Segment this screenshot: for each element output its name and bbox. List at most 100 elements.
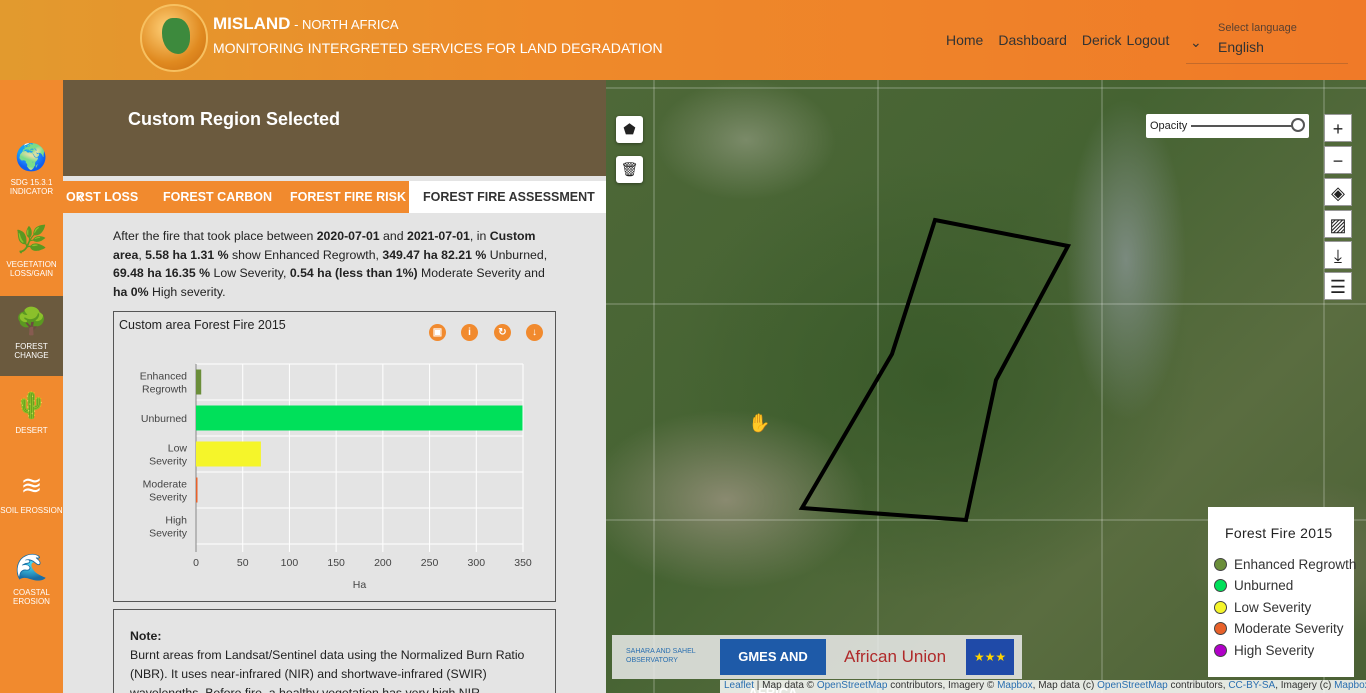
legend-swatch (1214, 622, 1227, 635)
mapbox-link[interactable]: Mapbox (1334, 680, 1366, 691)
x-tick-label: 0 (193, 557, 199, 569)
legend-swatch (1214, 579, 1227, 592)
top-nav: Home Dashboard Derick Logout (946, 32, 1169, 48)
legend-item: Moderate Severity (1214, 621, 1344, 636)
chart-title: Custom area Forest Fire 2015 (119, 318, 286, 332)
license-link[interactable]: CC-BY-SA (1228, 680, 1275, 691)
opacity-slider[interactable]: Opacity (1146, 114, 1309, 138)
zoom-out-icon[interactable]: − (1324, 146, 1352, 174)
download-icon[interactable]: ↓ (526, 324, 543, 341)
legend-swatch (1214, 558, 1227, 571)
language-select[interactable]: ⌄ Select language English (1186, 22, 1348, 64)
rail-label: VEGETATION LOSS/GAIN (6, 260, 57, 278)
coast-icon: 🌊 (15, 552, 48, 582)
note-text: Burnt areas from Landsat/Sentinel data u… (130, 648, 525, 693)
fire-chart: Enhanced Regrowth Unburned Low Severity Moder… (140, 363, 532, 591)
rail-item-forest[interactable]: 🌳 FOREST CHANGE (0, 296, 63, 376)
download-icon[interactable]: ⤓ (1324, 241, 1352, 269)
x-tick-label: 200 (374, 557, 392, 569)
misland-logo[interactable] (140, 4, 208, 72)
bar-enhanced-regrowth (196, 369, 202, 395)
rail-item-vegetation[interactable]: 🌿 VEGETATION LOSS/GAIN (0, 214, 63, 294)
bar-low-severity (196, 441, 261, 467)
rail-label: SOIL EROSSION (0, 506, 63, 515)
nav-dashboard[interactable]: Dashboard (998, 32, 1067, 48)
brand-title: MISLAND - NORTH AFRICA (213, 14, 399, 33)
bar-unburned (196, 405, 523, 431)
x-axis-label: Ha (353, 579, 367, 591)
y-tick-label: Enhanced Regrowth (140, 371, 187, 396)
map-attribution: Leaflet | Map data © OpenStreetMap contr… (720, 680, 1366, 693)
tab-forest-loss[interactable]: ORST LOSS (66, 181, 138, 213)
nav-logout[interactable]: Logout (1127, 32, 1170, 48)
rail-item-soil[interactable]: ≋ SOIL EROSSION (0, 460, 63, 540)
osm-link[interactable]: OpenStreetMap (1097, 680, 1168, 691)
african-union-logo: African Union (844, 647, 947, 666)
zoom-in-icon[interactable]: + (1324, 114, 1352, 142)
y-tick-label: Low Severity (149, 443, 188, 468)
rail-label: FOREST CHANGE (14, 342, 49, 360)
tab-forest-fire-risk[interactable]: FOREST FIRE RISK (290, 181, 406, 213)
tab-forest-carbon[interactable]: FOREST CARBON (163, 181, 272, 213)
y-tick-label: Unburned (141, 413, 187, 425)
x-tick-label: 350 (514, 557, 532, 569)
eu-flag-logo: ★★★ (966, 639, 1014, 675)
x-tick-label: 250 (421, 557, 439, 569)
x-tick-label: 100 (281, 557, 299, 569)
panel-header: Custom Region Selected (63, 80, 606, 176)
osm-link[interactable]: OpenStreetMap (817, 680, 888, 691)
info-icon[interactable]: i (461, 324, 478, 341)
fire-chart-box: Enhanced Regrowth Unburned Low Severity Moder… (113, 311, 556, 602)
leaf-icon: 🌿 (15, 224, 48, 254)
legend-item: Enhanced Regrowth (1214, 557, 1356, 572)
legend-item: Unburned (1214, 578, 1293, 593)
left-rail: 🌍 SDG 15.3.1 INDICATOR 🌿 VEGETATION LOSS… (0, 80, 63, 693)
y-tick-label: Moderate Severity (143, 479, 188, 504)
note-box: Note: Burnt areas from Landsat/Sentinel … (113, 609, 556, 693)
hand-cursor-icon: ✋ (748, 413, 771, 433)
report-icon[interactable]: ☰ (1324, 272, 1352, 300)
image-icon[interactable]: ▨ (1324, 210, 1352, 238)
gmes-logo: GMES AND AFRICA (720, 639, 826, 693)
oss-logo: SAHARA AND SAHEL OBSERVATORY (626, 648, 696, 664)
tab-forest-fire-assessment[interactable]: FOREST FIRE ASSESSMENT (409, 181, 609, 213)
tree-icon: 🌳 (15, 306, 48, 336)
header: MISLAND - NORTH AFRICA MONITORING INTERG… (0, 0, 1366, 80)
language-value: English (1218, 39, 1264, 55)
refresh-icon[interactable]: ↻ (494, 324, 511, 341)
mapbox-link[interactable]: Mapbox (997, 680, 1033, 691)
trash-icon[interactable]: 🗑 (616, 156, 643, 183)
soil-icon: ≋ (20, 470, 43, 500)
legend-item: High Severity (1214, 643, 1314, 658)
opacity-label: Opacity (1150, 120, 1188, 132)
bar-moderate-severity (196, 477, 198, 503)
chevron-down-icon: ⌄ (1190, 34, 1202, 50)
y-tick-label: High Severity (149, 515, 188, 540)
desert-icon: 🌵 (15, 390, 48, 420)
draw-polygon-icon[interactable]: ⬟ (616, 116, 643, 143)
rail-item-desert[interactable]: 🌵 DESERT (0, 380, 63, 460)
sponsor-logos: SAHARA AND SAHEL OBSERVATORY GMES AND AF… (612, 635, 1022, 693)
x-tick-label: 150 (327, 557, 345, 569)
legend-item: Low Severity (1214, 600, 1311, 615)
rail-label: SDG 15.3.1 INDICATOR (9, 178, 54, 196)
rail-item-sdg[interactable]: 🌍 SDG 15.3.1 INDICATOR (0, 132, 63, 212)
rail-item-coastal[interactable]: 🌊 COASTAL EROSION (0, 542, 63, 622)
map[interactable]: ✋ ⬟ 🗑 Opacity + − ◈ ▨ ⤓ ☰ Forest Fire 20… (606, 80, 1366, 693)
opacity-knob[interactable] (1291, 118, 1305, 132)
rail-label: COASTAL EROSION (13, 588, 50, 606)
rail-label: DESERT (15, 426, 48, 435)
nav-user[interactable]: Derick (1082, 32, 1122, 48)
leaflet-link[interactable]: Leaflet (724, 680, 754, 691)
legend-swatch (1214, 601, 1227, 614)
image-icon[interactable]: ▣ (429, 324, 446, 341)
layers-icon[interactable]: ◈ (1324, 178, 1352, 206)
panel-title: Custom Region Selected (128, 109, 341, 129)
custom-region-polygon[interactable] (798, 217, 1072, 523)
opacity-track[interactable] (1191, 125, 1299, 127)
nav-home[interactable]: Home (946, 32, 983, 48)
brand-tagline: MONITORING INTERGRETED SERVICES FOR LAND… (213, 40, 663, 56)
x-tick-label: 50 (237, 557, 249, 569)
x-tick-label: 300 (468, 557, 486, 569)
legend-swatch (1214, 644, 1227, 657)
